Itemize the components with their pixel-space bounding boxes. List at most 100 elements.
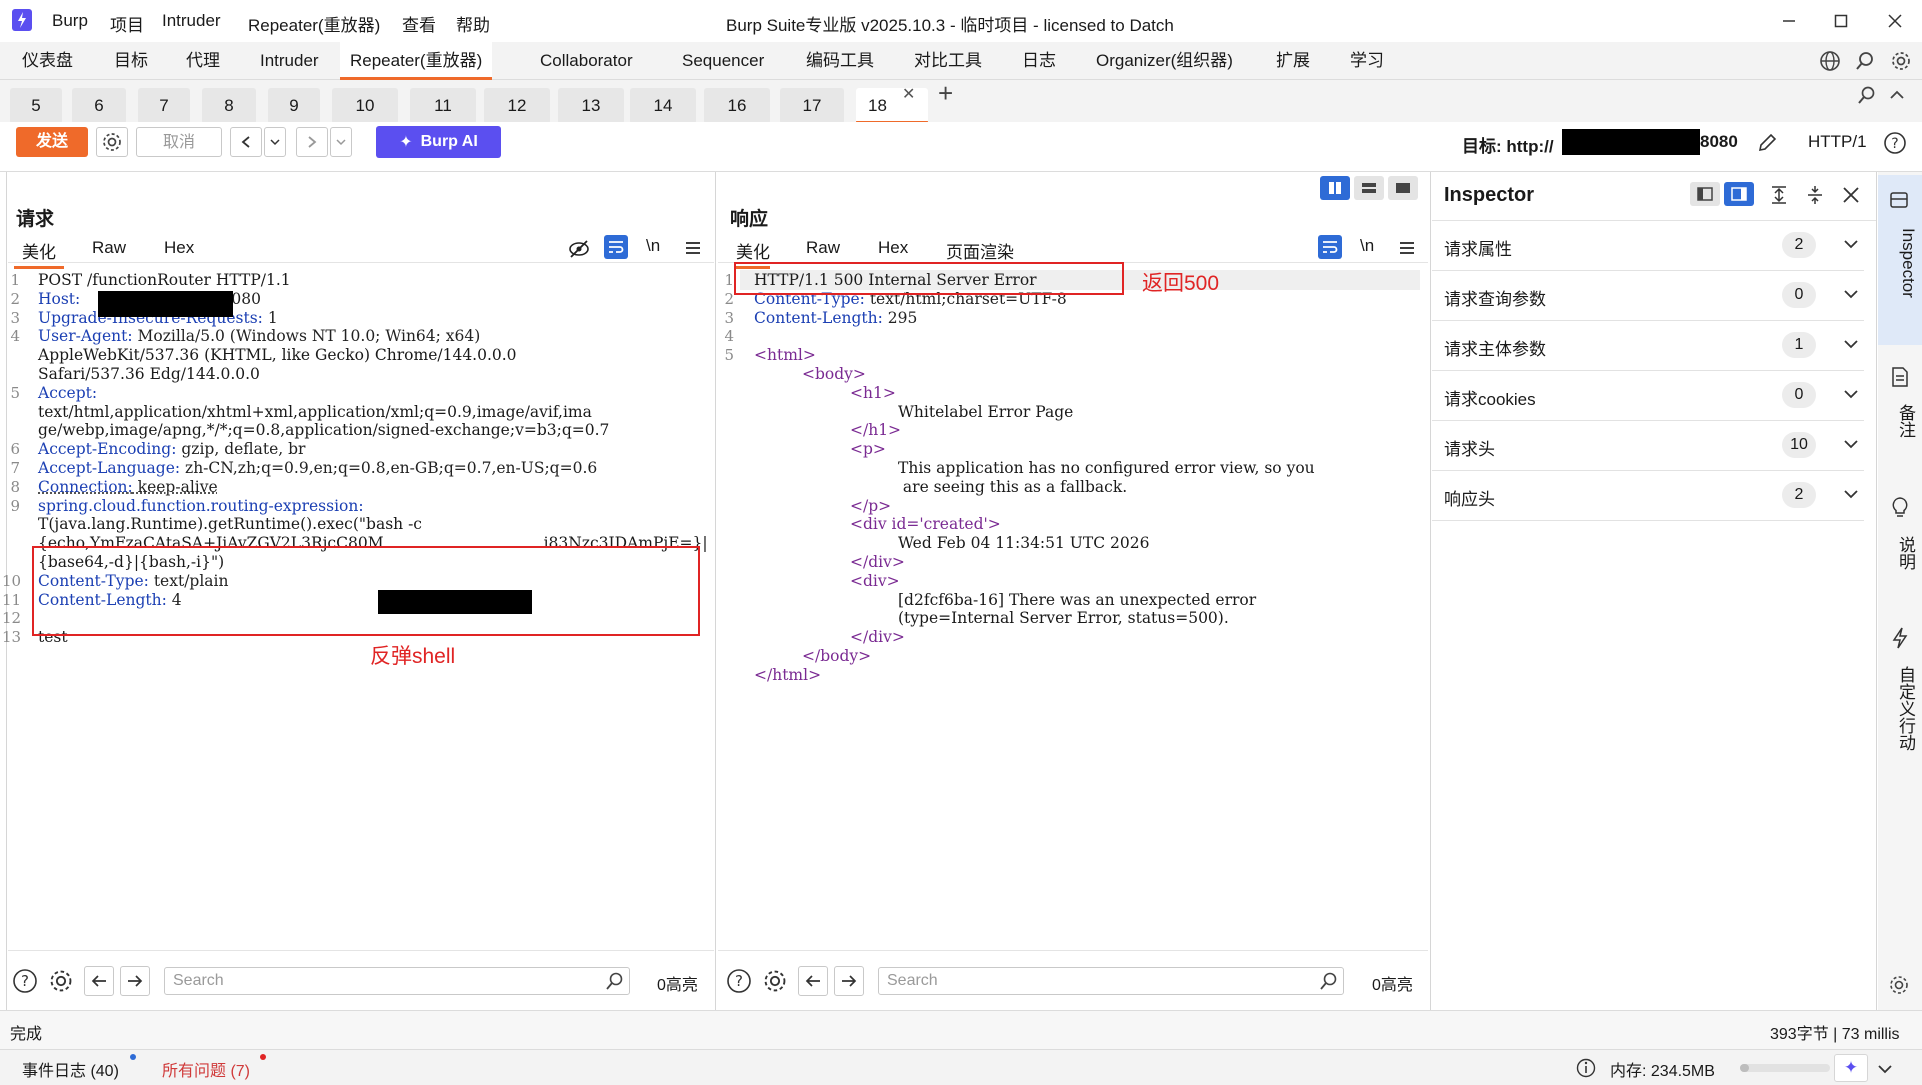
globe-icon[interactable]	[1815, 46, 1845, 76]
inspector-section[interactable]: 请求属性 2	[1432, 221, 1864, 271]
inspector-section[interactable]: 请求头 10	[1432, 421, 1864, 471]
main-tab[interactable]: 学习	[1350, 42, 1384, 80]
ai-sparkle-button[interactable]: ✦	[1834, 1054, 1868, 1082]
app-menu-item[interactable]: 项目	[110, 11, 144, 36]
request-view-tab[interactable]: Hex	[164, 238, 194, 258]
response-menu-icon[interactable]	[1392, 233, 1422, 263]
inspector-section[interactable]: 请求查询参数 0	[1432, 271, 1864, 321]
side-tab-explanation[interactable]: 说明	[1878, 536, 1918, 570]
request-search-icon[interactable]	[600, 966, 630, 996]
repeater-tab[interactable]: 17	[780, 88, 844, 124]
repeater-tab[interactable]: 8	[202, 88, 256, 124]
inspector-section[interactable]: 请求主体参数 1	[1432, 321, 1864, 371]
request-settings-button[interactable]	[96, 127, 128, 157]
repeater-tab[interactable]: 6	[72, 88, 126, 124]
tabs-search-icon[interactable]	[1852, 80, 1882, 110]
search-icon[interactable]	[1850, 46, 1880, 76]
request-search-settings-icon[interactable]	[46, 966, 76, 996]
edit-target-pencil-icon[interactable]	[1752, 128, 1782, 158]
chevron-down-icon[interactable]	[1842, 335, 1860, 353]
app-menu-item[interactable]: 查看	[402, 11, 436, 36]
bottom-chevron-down-icon[interactable]	[1870, 1054, 1900, 1084]
all-issues-tab[interactable]: 所有问题 (7)	[162, 1057, 250, 1081]
minimize-icon[interactable]	[1774, 6, 1804, 36]
main-tab[interactable]: Intruder	[260, 42, 319, 80]
app-menu-item[interactable]: Intruder	[162, 11, 221, 31]
forward-button[interactable]	[296, 127, 328, 157]
chevron-down-icon[interactable]	[1842, 235, 1860, 253]
response-search-prev-button[interactable]	[798, 966, 828, 996]
request-newline-toggle[interactable]: \n	[646, 236, 660, 256]
main-tab[interactable]: Collaborator	[540, 42, 633, 80]
main-tab[interactable]: 对比工具	[914, 42, 982, 80]
collapse-all-icon[interactable]	[1800, 180, 1830, 210]
request-search-next-button[interactable]	[120, 966, 150, 996]
main-tab[interactable]: 编码工具	[806, 42, 874, 80]
response-search-input[interactable]: Search	[878, 967, 1344, 995]
repeater-tab[interactable]: 18	[856, 88, 928, 124]
response-help-icon[interactable]: ?	[724, 966, 754, 996]
main-tab[interactable]: 扩展	[1276, 42, 1310, 80]
response-search-next-button[interactable]	[834, 966, 864, 996]
inspector-section[interactable]: 响应头 2	[1432, 471, 1864, 521]
app-menu-item[interactable]: Burp	[52, 11, 88, 31]
request-help-icon[interactable]: ?	[10, 966, 40, 996]
layout-side-by-side-button[interactable]	[1320, 176, 1350, 200]
sidebar-settings-gear-icon[interactable]	[1884, 970, 1914, 1000]
add-tab-icon[interactable]: +	[938, 78, 953, 109]
main-tab[interactable]: 目标	[114, 42, 148, 80]
send-button[interactable]: 发送	[16, 127, 88, 157]
maximize-icon[interactable]	[1826, 6, 1856, 36]
help-icon[interactable]: ?	[1880, 128, 1910, 158]
repeater-tab[interactable]: 10	[332, 88, 398, 124]
burp-ai-button[interactable]: ✦ Burp AI	[376, 126, 501, 158]
response-inspector-divider[interactable]	[1430, 172, 1431, 1010]
side-tab-inspector[interactable]: Inspector	[1878, 228, 1918, 298]
layout-stacked-button[interactable]	[1354, 176, 1384, 200]
collapse-chevron-icon[interactable]	[1882, 80, 1912, 110]
request-wrap-toggle-icon[interactable]	[604, 235, 628, 259]
response-view-tab[interactable]: Raw	[806, 238, 840, 258]
back-button[interactable]	[230, 127, 262, 157]
request-view-tab[interactable]: Raw	[92, 238, 126, 258]
chevron-down-icon[interactable]	[1842, 385, 1860, 403]
main-tab[interactable]: 日志	[1022, 42, 1056, 80]
repeater-tab[interactable]: 14	[630, 88, 696, 124]
repeater-tab[interactable]: 16	[704, 88, 770, 124]
inspector-layout-b-button[interactable]	[1724, 182, 1754, 206]
repeater-tab[interactable]: 9	[268, 88, 320, 124]
cancel-button[interactable]: 取消	[136, 127, 222, 157]
request-view-tab[interactable]: 美化	[14, 238, 64, 269]
main-tab[interactable]: Sequencer	[682, 42, 764, 80]
chevron-down-icon[interactable]	[1842, 485, 1860, 503]
repeater-tab-close-icon[interactable]: ✕	[902, 84, 915, 104]
response-wrap-toggle-icon[interactable]	[1318, 235, 1342, 259]
repeater-tab[interactable]: 5	[10, 88, 62, 124]
close-icon[interactable]	[1880, 6, 1910, 36]
repeater-tab[interactable]: 7	[138, 88, 190, 124]
main-tab[interactable]: Repeater(重放器)	[340, 42, 493, 80]
expand-all-icon[interactable]	[1764, 180, 1794, 210]
forward-history-dropdown[interactable]	[330, 127, 352, 157]
inspector-layout-a-button[interactable]	[1690, 182, 1720, 206]
repeater-tab[interactable]: 11	[410, 88, 476, 124]
repeater-tab[interactable]: 13	[558, 88, 624, 124]
response-view-tab[interactable]: Hex	[878, 238, 908, 258]
request-search-input[interactable]: Search	[164, 967, 630, 995]
repeater-tab[interactable]: 12	[484, 88, 550, 124]
http-version-selector[interactable]: HTTP/1	[1808, 132, 1867, 152]
settings-gear-icon[interactable]	[1886, 46, 1916, 76]
inspector-close-icon[interactable]	[1836, 180, 1866, 210]
request-menu-icon[interactable]	[678, 233, 708, 263]
request-search-prev-button[interactable]	[84, 966, 114, 996]
chevron-down-icon[interactable]	[1842, 285, 1860, 303]
app-menu-item[interactable]: 帮助	[456, 11, 490, 36]
response-search-icon[interactable]	[1314, 966, 1344, 996]
main-tab[interactable]: 仪表盘	[22, 42, 73, 80]
response-search-settings-icon[interactable]	[760, 966, 790, 996]
hide-nonprintable-eye-icon[interactable]	[564, 234, 594, 264]
response-view-tab[interactable]: 页面渲染	[946, 238, 1014, 263]
chevron-down-icon[interactable]	[1842, 435, 1860, 453]
inspector-section[interactable]: 请求cookies 0	[1432, 371, 1864, 421]
side-tab-custom-actions[interactable]: 自定义行动	[1878, 666, 1918, 751]
